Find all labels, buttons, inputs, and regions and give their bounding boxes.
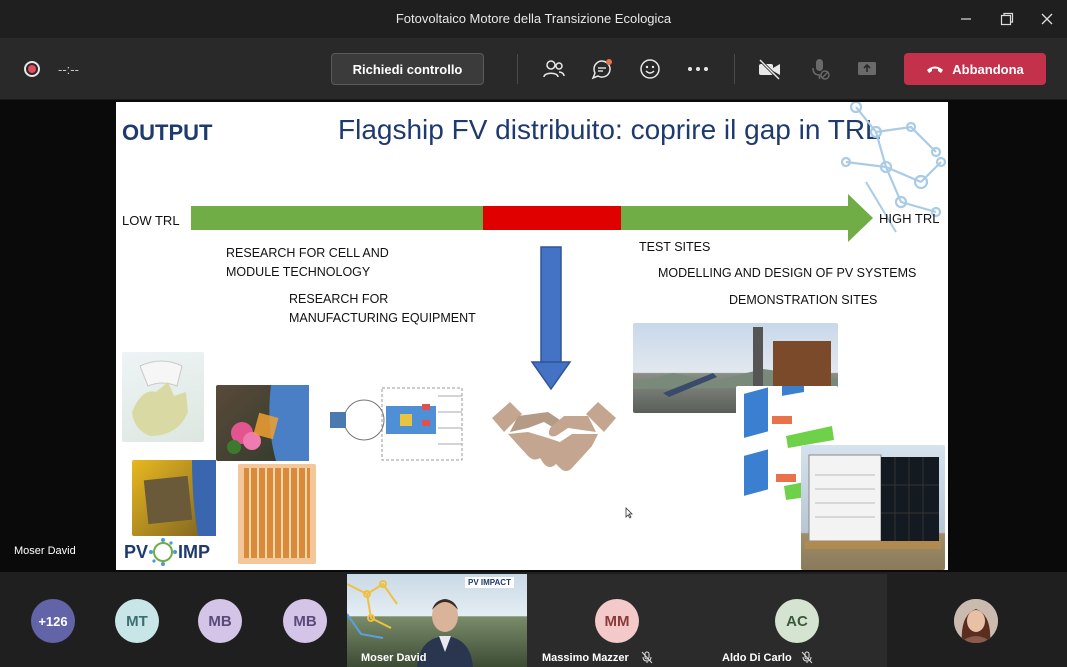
title-bar: Fotovoltaico Motore della Transizione Ec… xyxy=(0,0,1067,38)
test-sites-text: TEST SITES xyxy=(639,240,711,254)
toolbar-divider xyxy=(734,54,735,84)
presenter-name: Moser David xyxy=(14,545,76,557)
logo-ring-icon xyxy=(149,538,178,566)
participant-name-aldo: Aldo Di Carlo xyxy=(722,652,792,664)
mic-muted-icon xyxy=(641,651,653,664)
meeting-toolbar: --:-- Richiedi controllo Abbandona xyxy=(0,38,1067,100)
overflow-participants-button[interactable]: +126 xyxy=(31,599,75,643)
photo-flexible-cell xyxy=(122,352,204,442)
participant-avatar-mm: MM xyxy=(595,599,639,643)
minimize-icon[interactable] xyxy=(948,6,984,32)
participant-tile-massimo[interactable]: MM Massimo Mazzer xyxy=(527,574,707,667)
more-icon[interactable] xyxy=(683,54,713,84)
participant-avatar-mb[interactable]: MB xyxy=(198,599,242,643)
trl-gap-segment xyxy=(483,206,621,230)
video-participant-name: Moser David xyxy=(361,652,427,664)
high-trl-label: HIGH TRL xyxy=(879,211,940,226)
pv-impact-logo: PV IMP xyxy=(124,536,238,568)
raise-hand-icon[interactable] xyxy=(635,54,665,84)
slide-title: Flagship FV distribuito: coprire il gap … xyxy=(338,114,881,145)
logo-text-right: IMP xyxy=(178,541,211,562)
low-trl-label: LOW TRL xyxy=(122,213,180,228)
trl-high-segment xyxy=(621,206,848,230)
video-logo: PV IMPACT xyxy=(465,577,514,588)
participant-avatar-mb[interactable]: MB xyxy=(283,599,327,643)
slide-corner-title: OUTPUT xyxy=(122,120,213,145)
leave-label: Abbandona xyxy=(952,61,1024,77)
trl-low-segment xyxy=(191,206,483,230)
chat-icon[interactable] xyxy=(587,54,617,84)
maximize-icon[interactable] xyxy=(989,6,1025,32)
handshake-icon xyxy=(492,402,616,471)
share-icon[interactable] xyxy=(852,54,882,84)
leave-button[interactable]: Abbandona xyxy=(904,53,1046,85)
demo-sites-text: DEMONSTRATION SITES xyxy=(729,293,878,307)
photo-module-sample xyxy=(132,460,216,536)
research-cell-text: RESEARCH FOR CELL AND MODULE TECHNOLOGY xyxy=(226,246,389,279)
request-control-button[interactable]: Richiedi controllo xyxy=(331,53,484,85)
photo-organic-cell xyxy=(216,385,309,461)
toolbar-divider xyxy=(517,54,518,84)
participant-tile-aldo[interactable]: AC Aldo Di Carlo xyxy=(707,574,887,667)
network-decoration xyxy=(347,580,398,639)
photo-demo-site xyxy=(801,445,945,570)
participant-name-massimo: Massimo Mazzer xyxy=(542,652,629,664)
down-arrow xyxy=(530,246,572,391)
trl-arrowhead xyxy=(848,194,873,242)
camera-off-icon[interactable] xyxy=(755,54,785,84)
logo-text-left: PV xyxy=(124,541,149,562)
close-icon[interactable] xyxy=(1029,6,1065,32)
mouse-cursor-icon xyxy=(625,507,633,519)
research-mfg-text: RESEARCH FOR MANUFACTURING EQUIPMENT xyxy=(289,292,476,325)
photo-perovskite-panel xyxy=(238,464,316,564)
participants-icon[interactable] xyxy=(539,54,569,84)
participant-avatar-ac: AC xyxy=(775,599,819,643)
participant-video-tile[interactable]: PV IMPACT Moser David xyxy=(347,574,527,667)
modelling-text: MODELLING AND DESIGN OF PV SYSTEMS xyxy=(658,266,917,280)
meeting-timer: --:-- xyxy=(58,62,79,77)
participant-avatar-mt[interactable]: MT xyxy=(115,599,159,643)
mic-off-icon[interactable] xyxy=(805,54,835,84)
mic-muted-icon xyxy=(801,651,813,664)
trl-arrow xyxy=(191,194,873,242)
window-title: Fotovoltaico Motore della Transizione Ec… xyxy=(395,11,672,26)
participant-photo-avatar[interactable] xyxy=(954,599,998,643)
recording-icon xyxy=(24,61,40,77)
phone-hangup-icon xyxy=(927,66,944,73)
shared-slide: OUTPUT Flagship FV distribuito: coprire … xyxy=(116,102,948,570)
diagram-equipment xyxy=(326,382,466,466)
participants-strip: +126 MT MB MB PV IMPACT Moser David MM M… xyxy=(0,572,1067,667)
